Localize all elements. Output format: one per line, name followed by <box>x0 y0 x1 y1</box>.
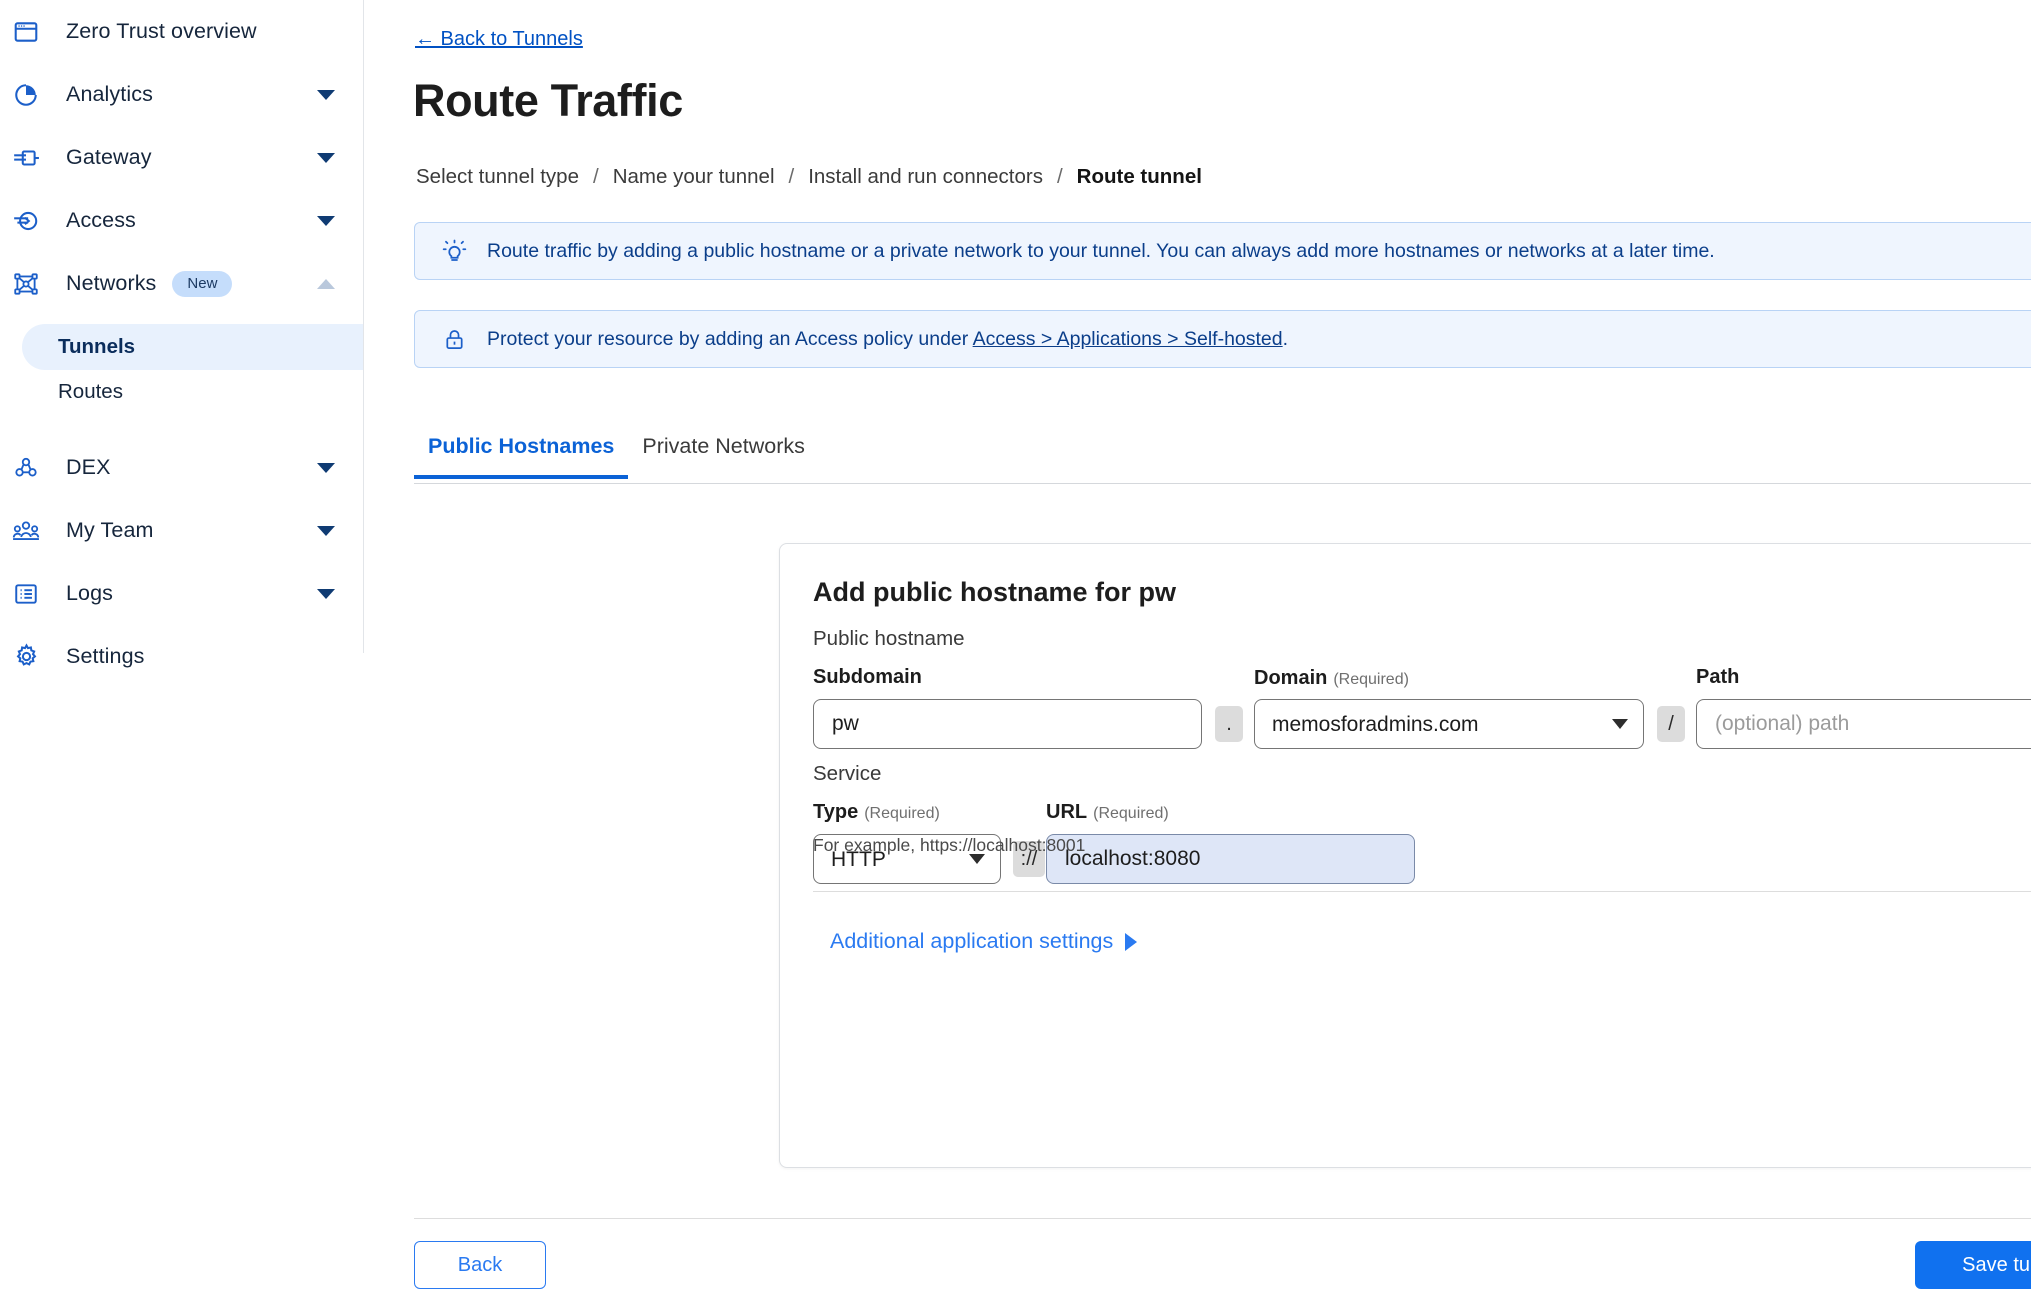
sidebar-item-label: DEX <box>66 455 111 479</box>
browser-window-icon <box>8 19 44 45</box>
info-banner-route-traffic: Route traffic by adding a public hostnam… <box>414 222 2031 280</box>
breadcrumb-separator: / <box>1056 165 1063 188</box>
sidebar-new-badge: New <box>172 270 233 297</box>
gateway-icon <box>8 144 44 172</box>
sidebar-item-my-team[interactable]: My Team <box>0 499 363 562</box>
save-tunnel-button[interactable]: Save tunnel <box>1915 1241 2031 1289</box>
domain-required-hint: (Required) <box>1333 671 1409 688</box>
path-label: Path <box>1696 666 1740 688</box>
sidebar-item-access[interactable]: Access <box>0 189 363 252</box>
footer-divider <box>414 1218 2031 1219</box>
breadcrumb: Select tunnel type / Name your tunnel / … <box>416 165 1202 189</box>
add-public-hostname-card: Add public hostname for pw Public hostna… <box>779 543 2031 1168</box>
sidebar-item-label: Access <box>66 208 136 232</box>
info-banner-text: Route traffic by adding a public hostnam… <box>487 239 1715 262</box>
domain-select-wrap: memosforadmins.com <box>1254 699 1644 749</box>
sidebar-item-settings[interactable]: Settings <box>0 625 363 688</box>
tab-private-networks[interactable]: Private Networks <box>628 434 819 475</box>
chevron-down-icon[interactable] <box>317 462 335 473</box>
sidebar: Zero Trust overview Analytics Gateway Ac… <box>0 0 364 1297</box>
sidebar-item-routes[interactable]: Routes <box>0 370 363 414</box>
lock-icon <box>439 328 469 351</box>
chevron-down-icon[interactable] <box>317 588 335 599</box>
url-required-hint: (Required) <box>1093 805 1169 822</box>
sidebar-item-label: Gateway <box>66 145 152 169</box>
tab-bar: Public Hostnames Private Networks <box>414 434 2031 484</box>
domain-label-text: Domain <box>1254 667 1328 689</box>
sidebar-item-label: Settings <box>66 644 145 668</box>
breadcrumb-separator: / <box>592 165 599 188</box>
tab-public-hostnames[interactable]: Public Hostnames <box>414 434 629 479</box>
gear-icon <box>8 643 44 670</box>
zero-trust-app: Zero Trust overview Analytics Gateway Ac… <box>0 0 2031 1297</box>
slash-separator: / <box>1657 706 1685 742</box>
sidebar-item-dex[interactable]: DEX <box>0 436 363 499</box>
sidebar-subitem-label: Tunnels <box>58 335 136 358</box>
info-banner-access-policy: Protect your resource by adding an Acces… <box>414 310 2031 368</box>
service-url-input[interactable] <box>1046 834 1415 884</box>
network-nodes-icon <box>8 270 44 298</box>
access-applications-selfhosted-link[interactable]: Access > Applications > Self-hosted <box>973 328 1283 350</box>
team-people-icon <box>8 517 44 545</box>
info-banner-text-after: . <box>1282 327 1289 350</box>
url-label-text: URL <box>1046 801 1088 823</box>
info-banner-text: Protect your resource by adding an Acces… <box>487 328 1288 351</box>
sidebar-inner: Zero Trust overview Analytics Gateway Ac… <box>0 0 364 668</box>
sidebar-item-label: My Team <box>66 518 154 542</box>
domain-label: Domain (Required) <box>1254 667 1409 690</box>
type-label-text: Type <box>813 801 859 823</box>
sidebar-subitem-label: Routes <box>58 380 123 403</box>
pie-chart-icon <box>8 82 44 108</box>
info-banner-text-before: Protect your resource by adding an Acces… <box>487 327 973 350</box>
lightbulb-icon <box>439 239 469 264</box>
chevron-down-icon[interactable] <box>317 525 335 536</box>
type-label: Type (Required) <box>813 801 940 824</box>
breadcrumb-step-route-tunnel: Route tunnel <box>1076 165 1202 188</box>
additional-application-settings-label: Additional application settings <box>830 929 1114 953</box>
sidebar-item-analytics[interactable]: Analytics <box>0 63 363 126</box>
sidebar-item-label: Zero Trust overview <box>66 19 257 43</box>
service-section-label: Service <box>813 762 882 785</box>
subdomain-label: Subdomain <box>813 666 922 688</box>
chevron-down-icon[interactable] <box>317 215 335 226</box>
service-url-helper-text: For example, https://localhost:8001 <box>813 835 1086 855</box>
card-divider <box>813 891 2031 892</box>
chevron-down-icon[interactable] <box>317 152 335 163</box>
back-button[interactable]: Back <box>414 1241 546 1289</box>
sidebar-item-label: Logs <box>66 581 114 605</box>
sidebar-item-zero-trust-overview[interactable]: Zero Trust overview <box>0 0 363 63</box>
chevron-right-icon <box>1125 932 1138 951</box>
sidebar-item-networks[interactable]: Networks New <box>0 252 363 315</box>
sidebar-item-gateway[interactable]: Gateway <box>0 126 363 189</box>
page-title: Route Traffic <box>413 75 683 126</box>
sidebar-item-tunnels[interactable]: Tunnels <box>22 324 363 370</box>
sidebar-item-label: Networks <box>66 271 157 295</box>
logs-list-icon <box>8 581 44 607</box>
sidebar-item-logs[interactable]: Logs <box>0 562 363 625</box>
main-content: ← Back to Tunnels Route Traffic Select t… <box>364 0 2031 1297</box>
dot-separator: . <box>1215 706 1243 742</box>
url-label: URL (Required) <box>1046 801 1169 824</box>
breadcrumb-step-install-and-run-connectors[interactable]: Install and run connectors <box>808 165 1043 189</box>
subdomain-input[interactable] <box>813 699 1202 749</box>
card-title: Add public hostname for pw <box>813 577 1176 607</box>
chevron-up-icon[interactable] <box>317 278 335 289</box>
dex-molecule-icon <box>8 454 44 482</box>
path-input[interactable] <box>1696 699 2031 749</box>
breadcrumb-step-name-your-tunnel[interactable]: Name your tunnel <box>613 165 775 189</box>
type-required-hint: (Required) <box>864 805 940 822</box>
chevron-down-icon[interactable] <box>317 89 335 100</box>
breadcrumb-step-select-tunnel-type[interactable]: Select tunnel type <box>416 165 579 189</box>
sidebar-item-label: Analytics <box>66 82 153 106</box>
additional-application-settings-toggle[interactable]: Additional application settings <box>830 929 1138 954</box>
domain-select[interactable]: memosforadmins.com <box>1254 699 1644 749</box>
breadcrumb-separator: / <box>788 165 795 188</box>
public-hostname-section-label: Public hostname <box>813 627 965 650</box>
access-arrow-icon <box>8 207 44 235</box>
back-to-tunnels-link[interactable]: ← Back to Tunnels <box>415 28 583 51</box>
